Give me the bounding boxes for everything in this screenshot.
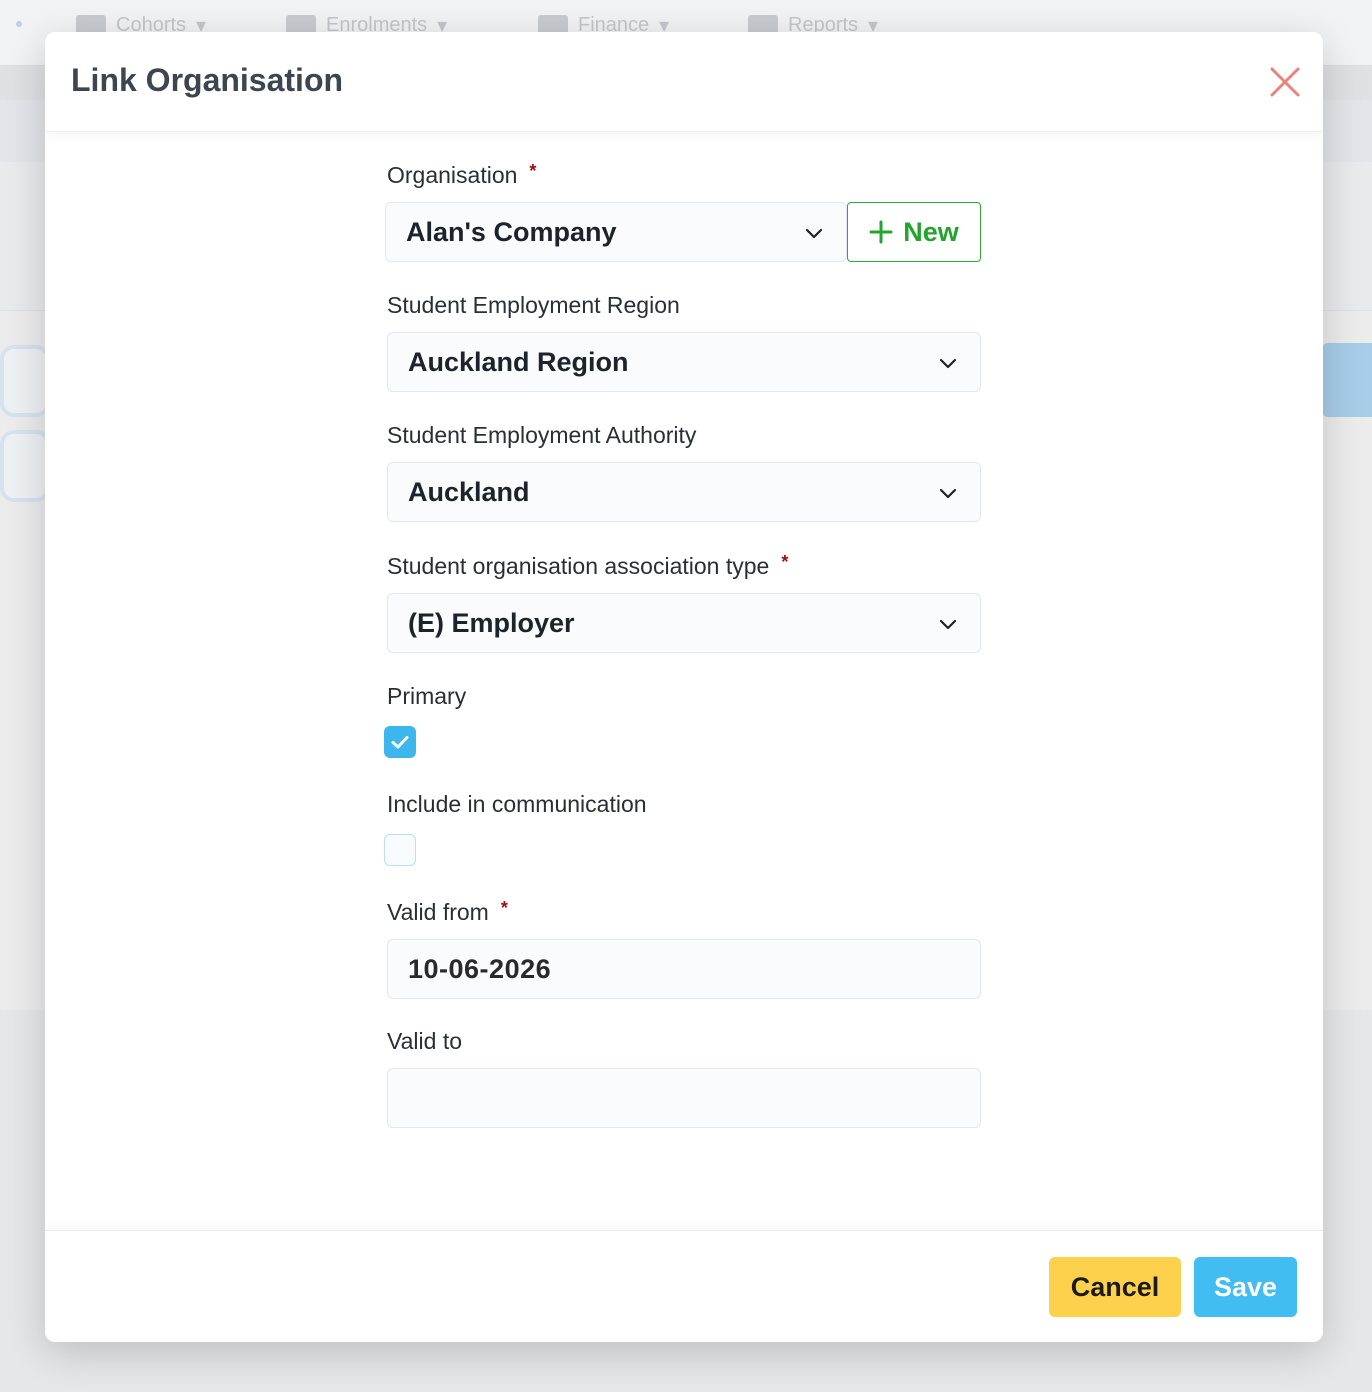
modal-title: Link Organisation <box>71 62 344 98</box>
required-mark: * <box>500 898 508 918</box>
check-icon <box>391 736 409 749</box>
background-card <box>0 345 50 417</box>
chevron-down-icon <box>939 488 957 499</box>
plus-icon <box>869 220 893 244</box>
chevron-down-icon <box>805 228 823 239</box>
save-button[interactable]: Save <box>1194 1257 1297 1317</box>
modal-footer: Cancel Save <box>45 1230 1323 1342</box>
organisation-label: Organisation * <box>387 161 537 188</box>
close-icon <box>1270 67 1300 97</box>
link-organisation-modal: Link Organisation Organisation * Alan's C… <box>45 32 1323 1342</box>
close-button[interactable] <box>1267 64 1303 100</box>
modal-header: Link Organisation <box>45 32 1323 132</box>
include-in-communication-checkbox[interactable] <box>384 834 416 866</box>
required-mark: * <box>781 552 789 572</box>
region-select[interactable]: Auckland Region <box>387 332 981 392</box>
valid-from-input[interactable]: 10-06-2026 <box>387 939 981 999</box>
organisation-value: Alan's Company <box>406 216 617 247</box>
authority-select[interactable]: Auckland <box>387 462 981 522</box>
chevron-down-icon <box>939 358 957 369</box>
required-mark: * <box>529 161 537 181</box>
authority-label: Student Employment Authority <box>387 422 697 448</box>
new-button-label: New <box>903 216 959 247</box>
association-type-select[interactable]: (E) Employer <box>387 593 981 653</box>
primary-checkbox[interactable] <box>384 726 416 758</box>
background-button <box>1322 343 1372 417</box>
valid-from-label: Valid from * <box>387 898 508 925</box>
organisation-select[interactable]: Alan's Company <box>385 202 847 262</box>
primary-label: Primary <box>387 683 467 709</box>
association-type-label: Student organisation association type * <box>387 552 789 579</box>
nav-dot <box>16 21 22 27</box>
include-in-communication-label: Include in communication <box>387 791 647 817</box>
region-label: Student Employment Region <box>387 292 680 318</box>
region-value: Auckland Region <box>408 346 629 377</box>
valid-to-label: Valid to <box>387 1028 463 1054</box>
valid-from-value: 10-06-2026 <box>408 953 552 984</box>
valid-to-input[interactable] <box>387 1068 981 1128</box>
authority-value: Auckland <box>408 476 530 507</box>
cancel-button[interactable]: Cancel <box>1049 1257 1181 1317</box>
background-card <box>0 430 50 502</box>
new-organisation-button[interactable]: New <box>847 202 981 262</box>
chevron-down-icon <box>939 619 957 630</box>
association-type-value: (E) Employer <box>408 607 575 638</box>
